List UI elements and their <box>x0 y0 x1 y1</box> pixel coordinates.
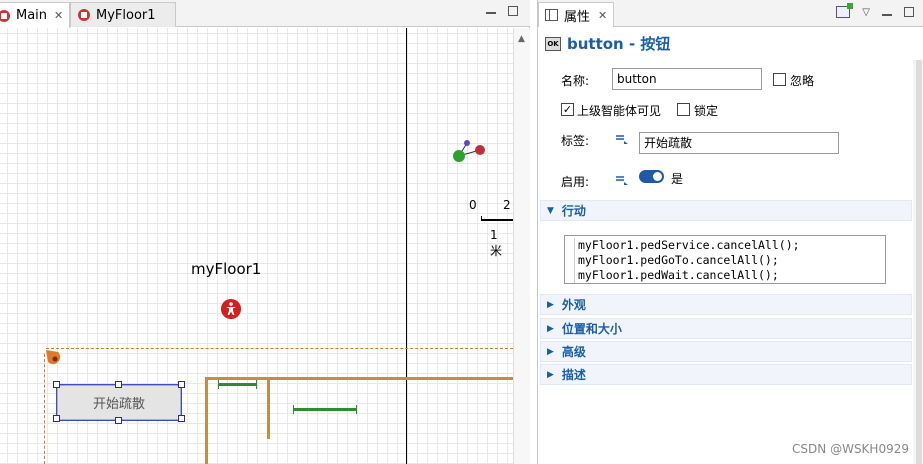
agent-icon <box>78 9 90 21</box>
scale-end: 2 <box>503 198 511 212</box>
parent-visible-checkbox[interactable]: ✓ <box>561 103 574 116</box>
dynamic-value-icon[interactable] <box>615 133 629 145</box>
enabled-value: 是 <box>671 172 684 186</box>
maximize-icon[interactable] <box>904 7 914 17</box>
ignore-checkbox[interactable] <box>773 73 786 86</box>
resize-handle[interactable] <box>178 415 185 422</box>
parent-visible-label: 上级智能体可见 <box>577 104 662 118</box>
editor-canvas[interactable]: 0 2 1米 myFloor1 开始疏散 <box>0 28 513 464</box>
tab-main[interactable]: Main ✕ <box>0 2 71 28</box>
code-line: myFloor1.pedWait.cancelAll(); <box>574 268 876 283</box>
ignore-label: 忽略 <box>790 74 815 88</box>
wall[interactable] <box>205 377 208 464</box>
name-label: 名称: <box>561 74 590 88</box>
name-field[interactable]: button <box>612 68 762 90</box>
enabled-label: 启用: <box>561 175 590 189</box>
tab-properties-label: 属性 <box>564 9 591 25</box>
floor-label[interactable]: myFloor1 <box>191 260 261 278</box>
location-pin-icon[interactable] <box>44 348 64 368</box>
section-appearance-label: 外观 <box>561 298 586 312</box>
tab-myfloor1-label: MyFloor1 <box>96 7 156 23</box>
start-evacuation-button[interactable]: 开始疏散 <box>56 384 182 421</box>
resize-handle[interactable] <box>53 381 60 388</box>
area-boundary-top <box>46 348 513 349</box>
new-window-icon[interactable] <box>836 3 854 18</box>
wall[interactable] <box>205 377 513 380</box>
axis-line <box>406 28 407 464</box>
collapsed-arrow-icon: ▶ <box>547 346 554 357</box>
caption-label: 标签: <box>561 134 590 148</box>
scrollbar-thumb[interactable] <box>916 60 922 464</box>
lock-checkbox[interactable] <box>677 103 690 116</box>
section-description[interactable]: ▶ 描述 <box>540 364 912 385</box>
resize-handle[interactable] <box>53 415 60 422</box>
view-menu-icon[interactable]: ▽ <box>862 7 870 18</box>
code-line: myFloor1.pedService.cancelAll(); <box>574 238 876 253</box>
close-icon[interactable]: ✕ <box>54 9 63 22</box>
button-type-icon: OK <box>545 36 561 51</box>
collapsed-arrow-icon: ▶ <box>547 369 554 380</box>
action-code-editor[interactable]: myFloor1.pedService.cancelAll(); myFloor… <box>564 235 886 284</box>
properties-header: OK button - 按钮 <box>545 33 670 54</box>
scale-start: 0 <box>469 198 477 212</box>
properties-panel: 属性 ✕ ▽ OK button - 按钮 名称: button 忽略 ✓ 上级… <box>537 0 923 464</box>
axes-gizmo-icon <box>453 140 485 162</box>
app-window: Main ✕ MyFloor1 0 2 1米 myFloor1 开始疏散 ▲ 属… <box>0 0 923 464</box>
code-line: myFloor1.pedGoTo.cancelAll(); <box>574 253 876 268</box>
scale-bar <box>481 216 513 221</box>
scale-unit: 1米 <box>490 228 503 258</box>
tab-myfloor1[interactable]: MyFloor1 <box>70 2 176 27</box>
tab-main-label: Main <box>16 8 48 23</box>
wall[interactable] <box>267 377 270 439</box>
graphical-editor: Main ✕ MyFloor1 0 2 1米 myFloor1 开始疏散 ▲ <box>0 0 530 464</box>
caption-field[interactable]: 开始疏散 <box>639 132 839 154</box>
section-appearance[interactable]: ▶ 外观 <box>540 294 912 315</box>
properties-tab-bar: 属性 ✕ ▽ <box>538 0 923 27</box>
close-icon[interactable]: ✕ <box>598 9 607 22</box>
tab-properties[interactable]: 属性 ✕ <box>538 2 615 27</box>
resize-handle[interactable] <box>178 381 185 388</box>
properties-icon <box>545 9 558 21</box>
section-position-size[interactable]: ▶ 位置和大小 <box>540 318 912 339</box>
collapsed-arrow-icon: ▶ <box>547 299 554 310</box>
collapsed-arrow-icon: ▶ <box>547 323 554 334</box>
editor-window-controls <box>486 6 518 16</box>
lock-label: 锁定 <box>694 104 719 118</box>
resize-handle[interactable] <box>115 381 122 388</box>
vertical-scrollbar[interactable]: ▲ <box>513 28 530 464</box>
area-boundary-left <box>44 354 45 464</box>
section-advanced-label: 高级 <box>561 345 586 359</box>
minimize-icon[interactable] <box>882 14 892 16</box>
target-line[interactable] <box>218 380 257 389</box>
editor-tab-bar: Main ✕ MyFloor1 <box>0 0 530 28</box>
resize-handle[interactable] <box>115 417 122 424</box>
minimize-icon[interactable] <box>486 12 496 14</box>
scroll-up-icon[interactable]: ▲ <box>518 34 525 44</box>
dynamic-value-icon[interactable] <box>615 174 629 186</box>
section-action-label: 行动 <box>561 204 586 218</box>
watermark: CSDN @WSKH0929 <box>792 442 909 456</box>
section-advanced[interactable]: ▶ 高级 <box>540 341 912 362</box>
maximize-icon[interactable] <box>508 6 518 16</box>
properties-toolbar: ▽ <box>836 3 914 18</box>
enabled-toggle[interactable] <box>639 170 664 183</box>
expanded-arrow-icon: ▼ <box>547 205 554 216</box>
pedestrian-icon[interactable] <box>221 299 241 319</box>
target-line[interactable] <box>293 405 357 414</box>
agent-icon <box>0 9 10 22</box>
properties-scrollbar[interactable] <box>913 60 923 464</box>
properties-title: button - 按钮 <box>567 35 671 53</box>
section-action[interactable]: ▼ 行动 <box>540 200 912 221</box>
section-position-label: 位置和大小 <box>561 322 622 336</box>
section-description-label: 描述 <box>561 368 586 382</box>
